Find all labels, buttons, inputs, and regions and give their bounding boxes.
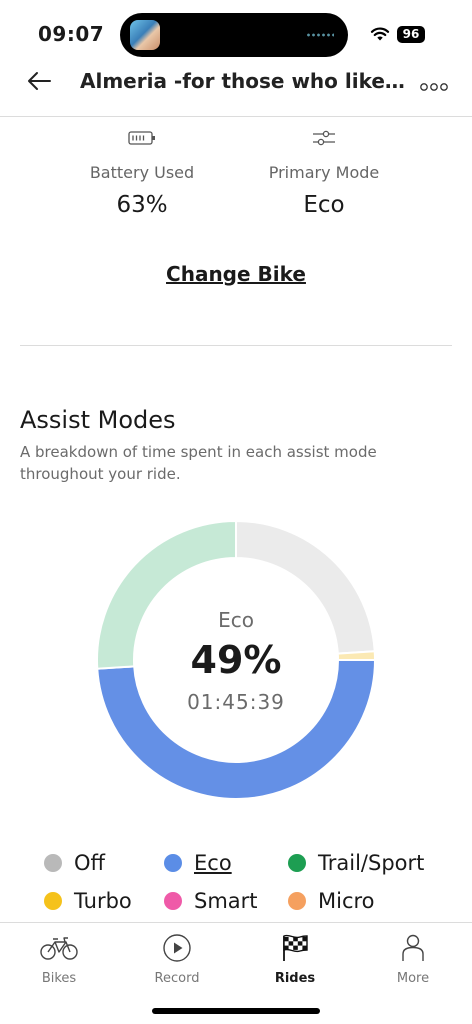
bike-icon xyxy=(40,937,78,960)
tab-bikes[interactable]: Bikes xyxy=(0,933,118,986)
assist-modes-title: Assist Modes xyxy=(20,406,176,434)
battery-level-badge: 96 xyxy=(397,26,425,43)
live-activity-thumbnail xyxy=(130,20,160,50)
tab-rides[interactable]: Rides xyxy=(236,933,354,986)
primary-mode-value: Eco xyxy=(303,192,345,218)
legend-label: Eco xyxy=(194,851,232,875)
wifi-icon xyxy=(370,27,390,41)
legend-item-turbo[interactable]: Turbo xyxy=(44,886,132,916)
legend-item-trail-sport[interactable]: Trail/Sport xyxy=(288,848,424,878)
tab-label: Record xyxy=(154,971,200,986)
legend-label: Micro xyxy=(318,889,375,913)
section-divider xyxy=(20,345,452,346)
legend-label: Trail/Sport xyxy=(318,851,425,875)
legend-dot xyxy=(164,892,182,910)
legend-dot xyxy=(288,854,306,872)
sliders-icon xyxy=(313,130,335,146)
primary-mode-label: Primary Mode xyxy=(268,163,380,182)
legend-label: Turbo xyxy=(74,889,132,913)
battery-icon xyxy=(128,131,155,145)
checkered-flag-icon xyxy=(283,934,308,961)
legend-dot xyxy=(164,854,182,872)
battery-used-stat: Battery Used 63% xyxy=(42,128,242,218)
status-time: 09:07 xyxy=(38,22,105,46)
more-options-icon[interactable] xyxy=(420,82,448,92)
header-divider xyxy=(0,116,472,117)
donut-center: Eco 49% 01:45:39 xyxy=(96,520,376,800)
assist-modes-donut-chart: Eco 49% 01:45:39 xyxy=(96,520,376,800)
battery-used-label: Battery Used xyxy=(89,163,195,182)
assist-modes-description: A breakdown of time spent in each assist… xyxy=(20,443,377,483)
tab-record[interactable]: Record xyxy=(118,933,236,986)
tab-label: More xyxy=(396,971,430,986)
dynamic-island xyxy=(120,13,348,57)
nav-bar: Almeria -for those who like th... xyxy=(0,56,472,112)
legend-item-smart[interactable]: Smart xyxy=(164,886,258,916)
legend-dot xyxy=(44,892,62,910)
page-title: Almeria -for those who like th... xyxy=(80,69,410,93)
audio-waveform-icon xyxy=(306,32,334,38)
legend-dot xyxy=(44,854,62,872)
tab-label: Bikes xyxy=(41,971,77,986)
tab-more[interactable]: More xyxy=(354,933,472,986)
donut-center-mode: Eco xyxy=(218,608,254,632)
primary-mode-stat: Primary Mode Eco xyxy=(224,128,424,218)
legend-item-eco[interactable]: Eco xyxy=(164,848,232,878)
legend-dot xyxy=(288,892,306,910)
battery-used-value: 63% xyxy=(116,192,168,218)
play-icon xyxy=(163,934,191,962)
legend-item-micro[interactable]: Micro xyxy=(288,886,375,916)
person-icon xyxy=(402,934,424,961)
donut-center-percent: 49% xyxy=(190,638,282,682)
legend-item-off[interactable]: Off xyxy=(44,848,105,878)
legend-label: Off xyxy=(74,851,105,875)
back-arrow-icon[interactable] xyxy=(26,70,52,92)
home-indicator xyxy=(152,1008,320,1014)
legend-label: Smart xyxy=(194,889,258,913)
donut-center-time: 01:45:39 xyxy=(187,690,285,714)
change-bike-link[interactable]: Change Bike xyxy=(0,262,472,286)
tab-label: Rides xyxy=(274,971,316,986)
